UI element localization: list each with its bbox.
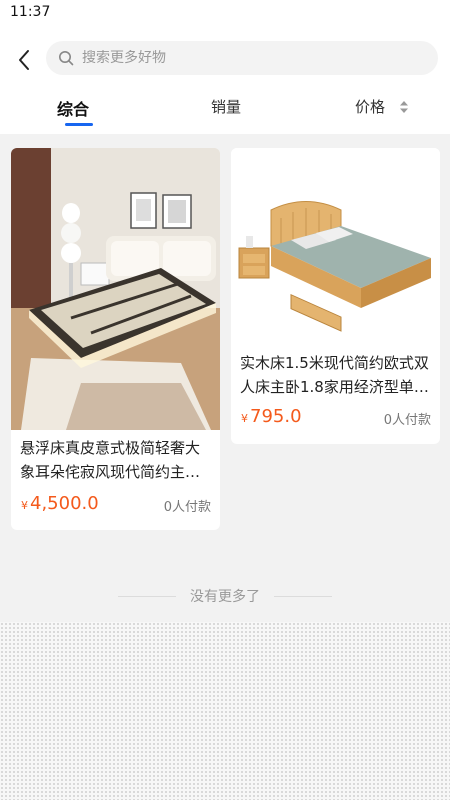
dotted-background — [0, 622, 450, 800]
sort-tabs: 综合 销量 价格 — [0, 96, 450, 126]
divider-line — [274, 596, 332, 597]
product-title: 实木床1.5米现代简约欧式双人床主卧1.8家用经济型单人床 — [240, 354, 429, 396]
product-card[interactable]: 实木床1.5米现代简约欧式双人床主卧1.8家用经济型单人床 ¥795.0 0人付… — [231, 148, 440, 444]
tab-price[interactable]: 价格 — [355, 96, 408, 126]
tab-comprehensive[interactable]: 综合 — [57, 96, 93, 126]
screen: 11:37 综合 销量 价格 — [0, 0, 450, 800]
chevron-left-icon — [19, 50, 29, 70]
currency-symbol: ¥ — [241, 412, 248, 425]
status-time: 11:37 — [10, 4, 51, 20]
product-image — [11, 148, 220, 430]
header: 11:37 综合 销量 价格 — [0, 0, 450, 134]
search-icon — [59, 51, 74, 66]
sold-count: 0人付款 — [163, 500, 211, 515]
search-input[interactable] — [82, 50, 412, 66]
price-value: 4,500.0 — [30, 493, 99, 514]
price-value: 795.0 — [250, 406, 302, 427]
product-card[interactable]: 悬浮床真皮意式极简轻奢大象耳朵侘寂风现代简约主卧双人床 ¥4,500.0 0人付… — [11, 148, 220, 530]
product-price: ¥4,500.0 — [21, 493, 99, 514]
product-title: 悬浮床真皮意式极简轻奢大象耳朵侘寂风现代简约主卧双人床 — [20, 439, 201, 481]
search-bar[interactable] — [46, 41, 438, 75]
tab-label: 价格 — [355, 98, 386, 116]
no-more-text: 没有更多了 — [190, 589, 260, 605]
tab-label: 综合 — [57, 100, 90, 119]
tab-sales[interactable]: 销量 — [211, 96, 241, 126]
active-tab-indicator — [65, 123, 93, 126]
sold-count: 0人付款 — [383, 413, 431, 428]
back-button[interactable] — [10, 46, 38, 74]
product-image — [231, 148, 440, 343]
product-price: ¥795.0 — [241, 406, 302, 427]
tab-label: 销量 — [211, 98, 242, 116]
currency-symbol: ¥ — [21, 499, 28, 512]
sort-arrows-icon — [400, 101, 408, 113]
